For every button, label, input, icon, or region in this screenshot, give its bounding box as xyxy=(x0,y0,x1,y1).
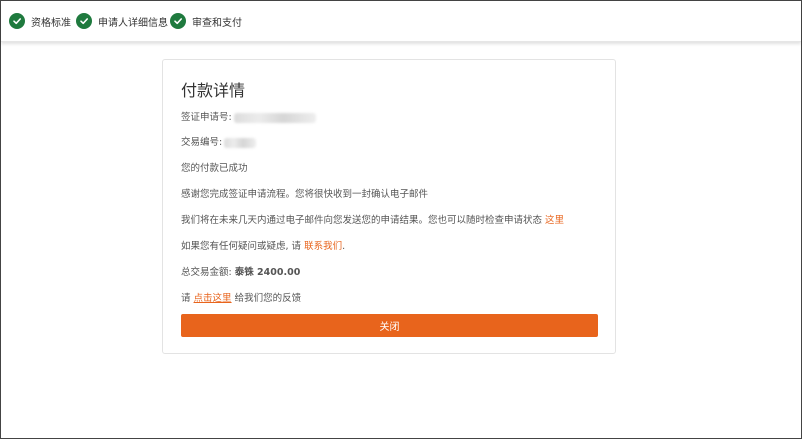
progress-steps: 资格标准 申请人详细信息 审查和支付 xyxy=(1,1,801,42)
total-amount-row: 总交易金额: 泰铢 2400.00 xyxy=(181,264,300,278)
thanks-text: 感谢您完成签证申请流程。您将很快收到一封确认电子邮件 xyxy=(181,189,429,200)
feedback-link[interactable]: 点击这里 xyxy=(194,293,232,304)
payment-success-text: 您的付款已成功 xyxy=(181,163,248,174)
contact-suffix: . xyxy=(342,241,346,252)
check-circle-icon xyxy=(9,13,25,29)
check-circle-icon xyxy=(170,13,186,29)
visa-application-number-row: 签证申请号: xyxy=(181,109,316,123)
step-eligibility: 资格标准 xyxy=(9,12,71,30)
contact-us-link[interactable]: 联系我们 xyxy=(304,241,342,252)
step-review-and-pay: 审查和支付 xyxy=(170,12,242,30)
page-frame: 资格标准 申请人详细信息 审查和支付 付款详情 签证申请号: 交易编号: 您的付… xyxy=(0,0,802,439)
transaction-number-row: 交易编号: xyxy=(181,134,257,148)
feedback-suffix: 给我们您的反馈 xyxy=(234,293,302,304)
payment-details-card: 付款详情 签证申请号: 交易编号: 您的付款已成功 感谢您完成签证申请流程。您将… xyxy=(162,59,616,354)
step-label: 资格标准 xyxy=(31,17,71,29)
transaction-number-label: 交易编号: xyxy=(181,137,223,148)
feedback-prefix: 请 xyxy=(181,293,191,304)
application-result-row: 我们将在未来几天内通过电子邮件向您发送您的申请结果。您也可以随时检查申请状态 这… xyxy=(181,212,564,226)
step-applicant-details: 申请人详细信息 xyxy=(76,12,168,30)
card-title: 付款详情 xyxy=(181,81,246,100)
contact-row: 如果您有任何疑问或疑虑, 请 联系我们. xyxy=(181,238,345,252)
close-button[interactable]: 关闭 xyxy=(181,314,598,337)
redacted-value xyxy=(224,137,257,148)
visa-application-number-label: 签证申请号: xyxy=(181,112,232,123)
application-result-text: 我们将在未来几天内通过电子邮件向您发送您的申请结果。您也可以随时检查申请状态 xyxy=(181,215,543,226)
total-amount-label: 总交易金额: xyxy=(181,267,232,278)
step-label: 审查和支付 xyxy=(192,17,242,29)
total-amount-value: 泰铢 2400.00 xyxy=(234,267,301,278)
contact-prefix: 如果您有任何疑问或疑虑, 请 xyxy=(181,241,302,252)
step-label: 申请人详细信息 xyxy=(98,17,168,29)
check-status-link[interactable]: 这里 xyxy=(545,215,564,226)
redacted-value xyxy=(233,112,316,123)
check-circle-icon xyxy=(76,13,92,29)
feedback-row: 请 点击这里 给我们您的反馈 xyxy=(181,290,301,304)
